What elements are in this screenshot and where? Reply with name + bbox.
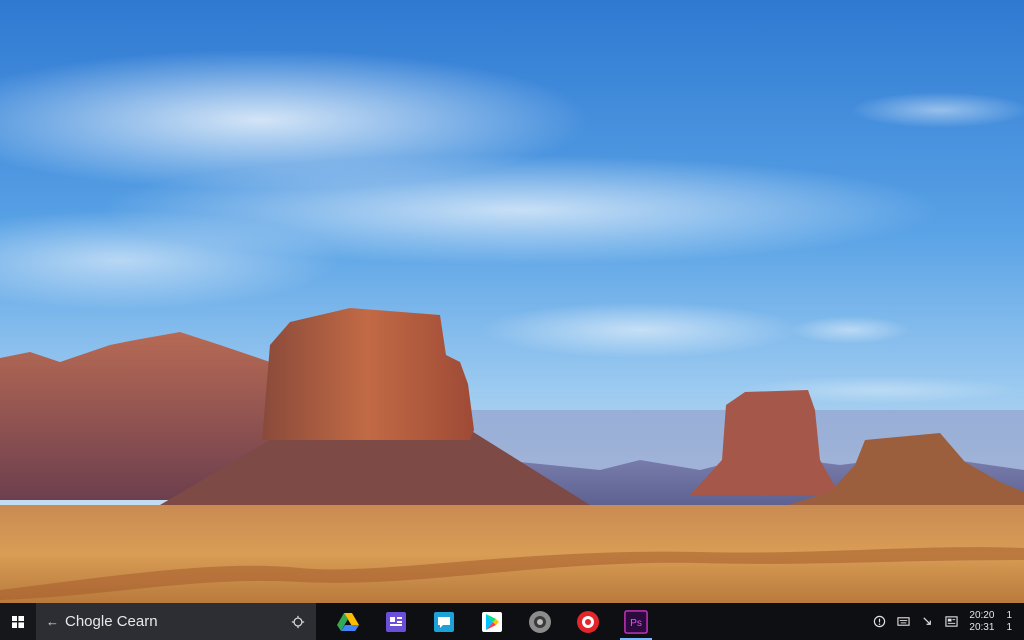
windows-icon bbox=[12, 615, 24, 628]
tray-info[interactable] bbox=[867, 603, 891, 640]
clock-date: 20:31 bbox=[969, 621, 995, 633]
tray-keyboard[interactable] bbox=[891, 603, 915, 640]
language-indicator[interactable]: 1 1 bbox=[1000, 603, 1018, 640]
chat-app-icon bbox=[434, 611, 454, 632]
taskbar-app-gray-circle[interactable] bbox=[516, 603, 564, 640]
desktop: ← Chogle Cearn Ps 20:20 20:31 1 1 bbox=[0, 0, 1024, 640]
taskbar-app-photoshop[interactable]: Ps bbox=[612, 603, 660, 640]
system-tray: 20:20 20:31 1 1 bbox=[867, 603, 1024, 640]
taskbar: ← Chogle Cearn Ps 20:20 20:31 1 1 bbox=[0, 603, 1024, 640]
wallpaper bbox=[0, 0, 1024, 603]
taskbar-app-google-play[interactable] bbox=[468, 603, 516, 640]
tray-arrow[interactable] bbox=[915, 603, 939, 640]
news-icon bbox=[945, 616, 958, 627]
taskbar-app-chat[interactable] bbox=[420, 603, 468, 640]
purple-app-icon bbox=[386, 611, 406, 632]
taskbar-app-purple[interactable] bbox=[372, 603, 420, 640]
google-drive-icon bbox=[337, 612, 359, 631]
photoshop-label: Ps bbox=[630, 618, 642, 629]
google-play-icon bbox=[482, 611, 502, 632]
red-circle-app-icon bbox=[577, 610, 599, 633]
photoshop-icon: Ps bbox=[624, 609, 648, 634]
tray-news[interactable] bbox=[939, 603, 963, 640]
taskbar-app-red-circle[interactable] bbox=[564, 603, 612, 640]
lang-top: 1 bbox=[1006, 609, 1012, 621]
info-icon bbox=[873, 615, 886, 628]
taskbar-app-google-drive[interactable] bbox=[324, 603, 372, 640]
gray-circle-app-icon bbox=[529, 610, 551, 633]
pinned-apps: Ps bbox=[324, 603, 660, 640]
search-text: Chogle Cearn bbox=[65, 613, 158, 630]
lang-bottom: 1 bbox=[1006, 621, 1012, 633]
search-box[interactable]: ← Chogle Cearn bbox=[36, 603, 316, 640]
clock[interactable]: 20:20 20:31 bbox=[963, 603, 1000, 640]
keyboard-icon bbox=[897, 617, 910, 626]
start-button[interactable] bbox=[0, 603, 36, 640]
arrow-icon: ← bbox=[46, 614, 59, 629]
microphone-icon[interactable] bbox=[290, 614, 306, 630]
clock-time: 20:20 bbox=[969, 609, 995, 621]
arrow-icon bbox=[923, 617, 931, 625]
